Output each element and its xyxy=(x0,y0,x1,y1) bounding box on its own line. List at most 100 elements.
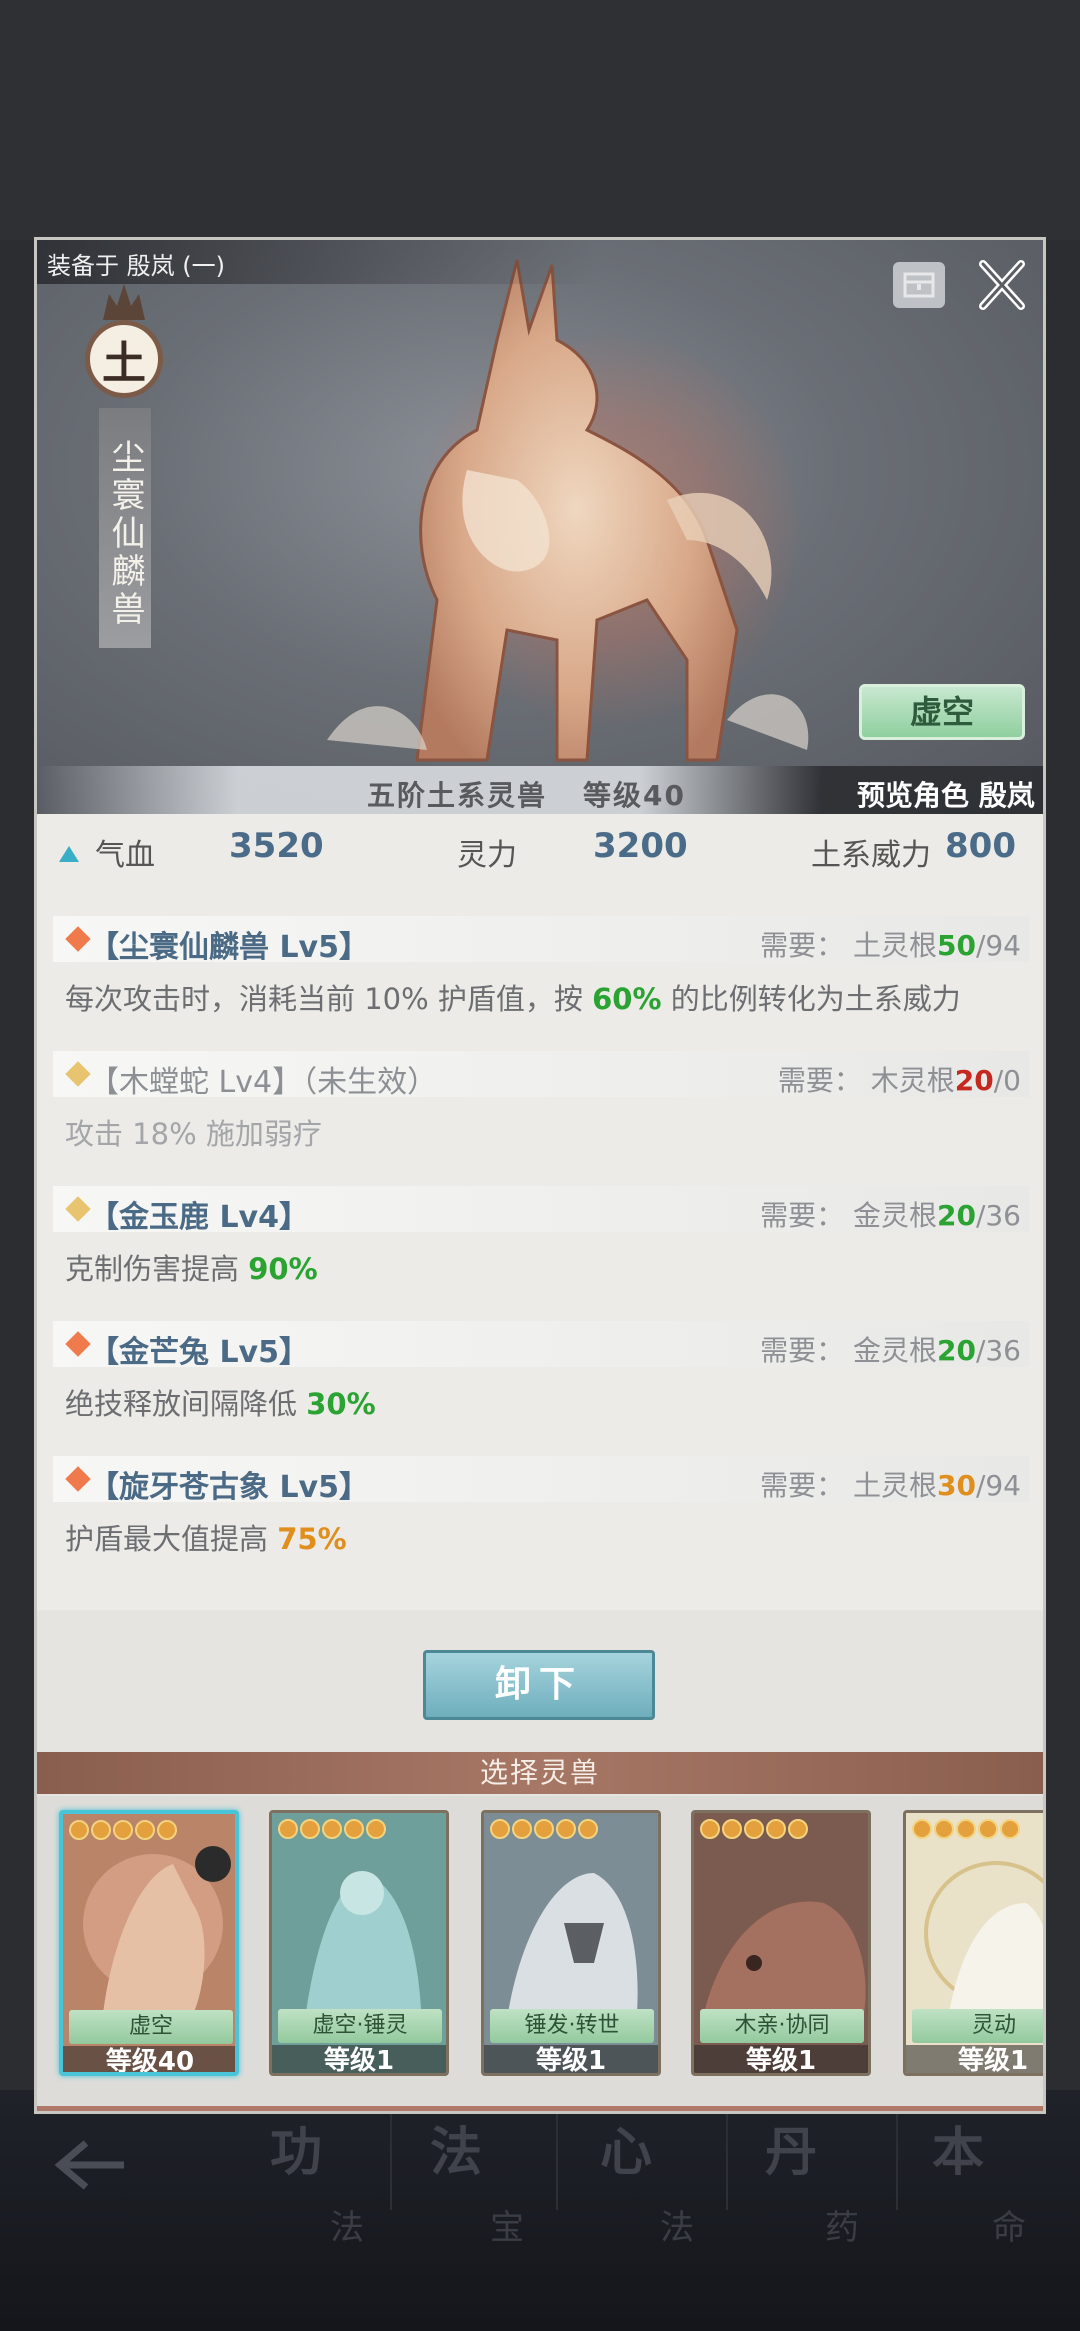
card-level: 等级1 xyxy=(272,2045,446,2073)
background-top xyxy=(0,0,1080,240)
beast-tier: 五阶土系灵兽 xyxy=(367,779,548,812)
desc-pre: 每次攻击时，消耗当前 10% 护盾值，按 xyxy=(65,982,583,1016)
skill-requirement: 需要： 土灵根30/94 xyxy=(760,1464,1021,1504)
skill-entry: 【金芒兔 Lv5】 需要： 金灵根20/36 绝技释放间隔降低 30% xyxy=(53,1321,1029,1431)
nav-item-benming[interactable]: 本 命 xyxy=(912,2110,1072,2310)
skill-entry: 【旋牙苍古象 Lv5】 需要： 土灵根30/94 护盾最大值提高 75% xyxy=(53,1456,1029,1566)
skill-entry: 【金玉鹿 Lv4】 需要： 金灵根20/36 克制伤害提高 90% xyxy=(53,1186,1029,1296)
nav-item-big-char: 法 xyxy=(430,2123,483,2183)
share-icon[interactable] xyxy=(893,262,945,308)
desc-pre: 攻击 18% 施加弱疗 xyxy=(65,1117,322,1151)
nav-item-small-char: 法 xyxy=(660,2208,694,2248)
hp-label: 气血 xyxy=(95,838,155,873)
nav-item-big-char: 心 xyxy=(600,2123,653,2183)
beast-level: 等级40 xyxy=(583,779,686,812)
xukong-button[interactable]: 虚空 xyxy=(859,684,1025,740)
req-prefix: 需要： 金灵根 xyxy=(760,1334,937,1367)
star-rating xyxy=(700,1819,808,1841)
earth-power-value: 800 xyxy=(945,826,1016,866)
skill-requirement: 需要： 木灵根20/0 xyxy=(778,1059,1021,1099)
card-tag: 虚空 xyxy=(69,2010,233,2044)
star-rating xyxy=(490,1819,598,1841)
skill-name: 【木螳蛇 Lv4】（未生效） xyxy=(89,1065,438,1100)
nav-item-gongfa[interactable]: 功 法 xyxy=(250,2110,410,2310)
beast-info-bar: 五阶土系灵兽 等级40 预览角色 殷岚 xyxy=(37,766,1043,814)
nav-item-small-char: 药 xyxy=(825,2208,859,2248)
spirit-label: 灵力 xyxy=(457,838,517,873)
element-badge: 土 尘寰仙麟兽 xyxy=(77,280,177,800)
nav-item-big-char: 本 xyxy=(932,2123,985,2183)
beast-tier-level: 五阶土系灵兽 等级40 xyxy=(367,774,686,814)
desc-post: 的比例转化为土系威力 xyxy=(670,982,961,1016)
back-arrow-icon[interactable] xyxy=(50,2135,130,2195)
req-total: /94 xyxy=(975,929,1021,962)
skill-description: 绝技释放间隔降低 30% xyxy=(65,1381,376,1423)
skill-header: 【金玉鹿 Lv4】 需要： 金灵根20/36 xyxy=(53,1186,1029,1235)
skill-name: 【金芒兔 Lv5】 xyxy=(89,1335,309,1370)
req-have: 20 xyxy=(936,1199,976,1232)
select-beast-header: 选择灵兽 xyxy=(37,1752,1043,1794)
earth-power-label: 土系威力 xyxy=(811,838,931,873)
diamond-icon xyxy=(65,1061,91,1087)
diamond-icon xyxy=(65,1196,91,1222)
req-have: 30 xyxy=(936,1469,976,1502)
nav-item-big-char: 丹 xyxy=(765,2123,818,2183)
beast-card-list[interactable]: 虚空 等级40 虚空·锤灵 等级1 锤发·转世 等级1 木亲·协同 等级1 灵动… xyxy=(37,1796,1043,2106)
skill-header: 【木螳蛇 Lv4】（未生效） 需要： 木灵根20/0 xyxy=(53,1051,1029,1100)
req-prefix: 需要： 木灵根 xyxy=(777,1064,955,1097)
element-earth-icon: 土 xyxy=(85,320,163,398)
panel-bottom-strip xyxy=(37,2106,1043,2111)
desc-pre: 绝技释放间隔降低 xyxy=(65,1387,298,1421)
beast-card[interactable]: 灵动 等级1 xyxy=(903,1810,1043,2076)
diamond-icon xyxy=(65,1331,91,1357)
skill-name: 【尘寰仙麟兽 Lv5】 xyxy=(89,930,369,965)
beast-card[interactable]: 虚空·锤灵 等级1 xyxy=(269,1810,449,2076)
req-total: /94 xyxy=(975,1469,1021,1502)
beast-name-vertical: 尘寰仙麟兽 xyxy=(99,408,151,648)
equipped-on-bar: 装备于 殷岚 (一) xyxy=(37,240,597,284)
desc-highlight: 75% xyxy=(277,1522,347,1556)
equipped-on-label: 装备于 殷岚 (一) xyxy=(47,252,225,280)
beast-card[interactable]: 木亲·协同 等级1 xyxy=(691,1810,871,2076)
desc-pre: 克制伤害提高 xyxy=(65,1252,240,1286)
beast-card[interactable]: 虚空 等级40 xyxy=(59,1810,239,2076)
req-prefix: 需要： 土灵根 xyxy=(760,929,937,962)
beast-card[interactable]: 锤发·转世 等级1 xyxy=(481,1810,661,2076)
spirit-value: 3200 xyxy=(593,826,688,866)
skill-description: 每次攻击时，消耗当前 10% 护盾值，按 60% 的比例转化为土系威力 xyxy=(65,976,961,1018)
nav-item-xinfa[interactable]: 心 法 xyxy=(580,2110,740,2310)
hp-value: 3520 xyxy=(229,826,324,866)
nav-item-small-char: 宝 xyxy=(490,2208,524,2248)
qilin-illustration xyxy=(327,259,809,762)
req-total: /0 xyxy=(993,1064,1021,1097)
stats-row: 气血 3520 灵力 3200 土系威力 800 xyxy=(37,826,1043,890)
card-tag: 灵动 xyxy=(912,2009,1043,2043)
req-prefix: 需要： 土灵根 xyxy=(760,1469,937,1502)
close-icon[interactable] xyxy=(977,258,1027,312)
beast-hero-area: 装备于 殷岚 (一) 土 尘寰仙麟兽 虚空 五阶土系灵兽 等级40 预览角色 殷岚 xyxy=(37,240,1043,814)
card-tag: 虚空·锤灵 xyxy=(278,2009,442,2043)
nav-item-small-char: 命 xyxy=(992,2208,1026,2248)
card-level: 等级1 xyxy=(484,2045,658,2073)
nav-divider xyxy=(896,2110,898,2210)
star-rating xyxy=(912,1819,1020,1841)
skill-entry: 【木螳蛇 Lv4】（未生效） 需要： 木灵根20/0 攻击 18% 施加弱疗 xyxy=(53,1051,1029,1161)
card-tag: 锤发·转世 xyxy=(490,2009,654,2043)
req-prefix: 需要： 金灵根 xyxy=(760,1199,937,1232)
card-tag: 木亲·协同 xyxy=(700,2009,864,2043)
nav-item-small-char: 法 xyxy=(330,2208,364,2248)
crown-icon xyxy=(103,284,145,320)
card-level: 等级1 xyxy=(906,2045,1043,2073)
star-rating xyxy=(69,1820,177,1842)
nav-item-danyao[interactable]: 丹 药 xyxy=(745,2110,905,2310)
diamond-icon xyxy=(65,926,91,952)
diamond-icon xyxy=(65,1466,91,1492)
triangle-up-icon xyxy=(59,846,79,862)
nav-divider xyxy=(390,2110,392,2210)
skill-entry: 【尘寰仙麟兽 Lv5】 需要： 土灵根50/94 每次攻击时，消耗当前 10% … xyxy=(53,916,1029,1026)
nav-divider xyxy=(556,2110,558,2210)
unequip-button[interactable]: 卸下 xyxy=(423,1650,655,1720)
star-rating xyxy=(278,1819,386,1841)
nav-divider xyxy=(726,2110,728,2210)
nav-item-fabao[interactable]: 法 宝 xyxy=(410,2110,570,2310)
